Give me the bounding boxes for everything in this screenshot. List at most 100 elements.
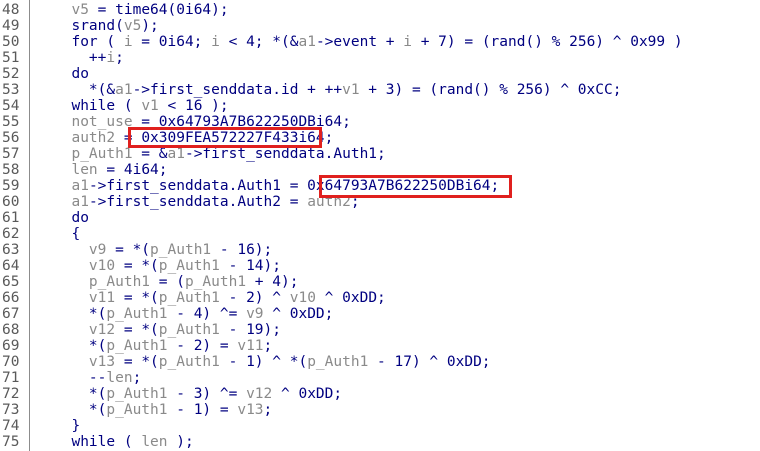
- code-line[interactable]: 74 }: [0, 418, 760, 434]
- code-token: ;: [115, 50, 124, 66]
- code-line[interactable]: 55 not_use = 0x64793A7B622250DBi64;: [0, 114, 760, 130]
- code-token: - 1) ^ *(: [219, 354, 308, 370]
- code-token: while (: [54, 98, 142, 114]
- line-number: 48: [2, 2, 20, 18]
- code-text: v12 = *(p_Auth1 - 19);: [54, 322, 281, 338]
- code-token: = (: [150, 274, 185, 290]
- variable-token: p_Auth1: [158, 290, 220, 306]
- variable-token: i: [123, 34, 133, 50]
- code-token: ;: [263, 338, 273, 354]
- code-line[interactable]: 60 a1->first_senddata.Auth2 = auth2;: [0, 194, 760, 210]
- code-line[interactable]: 61 do: [0, 210, 760, 226]
- variable-token: i: [403, 34, 412, 50]
- line-number: 53: [2, 82, 20, 98]
- variable-token: p_Auth1: [106, 338, 168, 354]
- code-line[interactable]: 56 auth2 = 0x309FEA572227F433i64;: [0, 130, 760, 146]
- code-token: do: [54, 66, 89, 82]
- code-line[interactable]: 66 v11 = *(p_Auth1 - 2) ^ v10 ^ 0xDD;: [0, 290, 760, 306]
- code-token: ->first_senddata.id + ++: [132, 82, 343, 98]
- code-line[interactable]: 63 v9 = *(p_Auth1 - 16);: [0, 242, 760, 258]
- code-line[interactable]: 71 --len;: [0, 370, 760, 386]
- code-line[interactable]: 69 *(p_Auth1 - 2) = v11;: [0, 338, 760, 354]
- code-token: ->first_senddata.Auth2 =: [88, 194, 308, 210]
- line-number: 57: [2, 146, 20, 162]
- code-text: do: [54, 210, 88, 226]
- code-text: len = 4i64;: [54, 162, 168, 178]
- line-number: 51: [2, 50, 20, 66]
- code-line[interactable]: 49 srand(v5);: [0, 18, 760, 34]
- code-text: *(p_Auth1 - 4) ^= v9 ^ 0xDD;: [54, 306, 333, 322]
- code-line[interactable]: 53 *(&a1->first_senddata.id + ++v1 + 3) …: [0, 82, 760, 98]
- code-token: + 4);: [246, 274, 299, 290]
- code-text: v5 = time64(0i64);: [54, 2, 228, 18]
- variable-token: v13: [237, 402, 264, 418]
- code-line[interactable]: 48 v5 = time64(0i64);: [0, 2, 760, 18]
- variable-token: p_Auth1: [184, 274, 247, 290]
- code-token: }: [54, 418, 81, 434]
- code-line[interactable]: 67 *(p_Auth1 - 4) ^= v9 ^ 0xDD;: [0, 306, 760, 322]
- code-line[interactable]: 52 do: [0, 66, 760, 82]
- code-token: = *(: [115, 258, 159, 274]
- code-line[interactable]: 75 while ( len );: [0, 434, 760, 450]
- code-text: do: [54, 66, 89, 82]
- variable-token: p_Auth1: [158, 354, 220, 370]
- variable-token: v1: [141, 98, 159, 114]
- variable-token: v13: [88, 354, 116, 370]
- code-token: = 4i64;: [97, 162, 168, 178]
- code-token: ++: [54, 50, 107, 66]
- variable-token: v1: [342, 82, 360, 98]
- variable-token: len: [141, 434, 168, 450]
- code-token: *(: [54, 386, 107, 402]
- code-token: - 3) ^=: [167, 386, 247, 402]
- code-line[interactable]: 51 ++i;: [0, 50, 760, 66]
- code-line[interactable]: 72 *(p_Auth1 - 3) ^= v12 ^ 0xDD;: [0, 386, 760, 402]
- code-token: - 14);: [219, 258, 281, 274]
- code-line[interactable]: 59 a1->first_senddata.Auth1 = 0x64793A7B…: [0, 178, 760, 194]
- variable-token: p_Auth1: [158, 258, 220, 274]
- line-number: 74: [2, 418, 20, 434]
- line-number: 75: [2, 434, 20, 450]
- code-text: auth2 = 0x309FEA572227F433i64;: [54, 130, 333, 146]
- variable-token: a1: [115, 82, 133, 98]
- line-number: 67: [2, 306, 20, 322]
- variable-token: a1: [71, 178, 89, 194]
- code-text: {: [54, 226, 80, 242]
- code-text: while ( len );: [54, 434, 193, 450]
- code-line[interactable]: 62 {: [0, 226, 760, 242]
- variable-token: v10: [289, 290, 316, 306]
- code-token: ^ 0xDD;: [272, 386, 343, 402]
- code-line[interactable]: 50 for ( i = 0i64; i < 4; *(&a1->event +…: [0, 34, 760, 50]
- code-line[interactable]: 57 p_Auth1 = &a1->first_senddata.Auth1;: [0, 146, 760, 162]
- code-token: ->event +: [315, 34, 404, 50]
- code-text: a1->first_senddata.Auth2 = auth2;: [54, 194, 359, 210]
- code-line[interactable]: 68 v12 = *(p_Auth1 - 19);: [0, 322, 760, 338]
- line-number: 62: [2, 226, 20, 242]
- line-number: 71: [2, 370, 20, 386]
- variable-token: p_Auth1: [106, 402, 168, 418]
- code-line[interactable]: 65 p_Auth1 = (p_Auth1 + 4);: [0, 274, 760, 290]
- code-text: *(&a1->first_senddata.id + ++v1 + 3) = (…: [54, 82, 622, 98]
- code-editor[interactable]: 48 v5 = time64(0i64); 49 srand(v5); 50 for…: [0, 0, 760, 451]
- code-line[interactable]: 64 v10 = *(p_Auth1 - 14);: [0, 258, 760, 274]
- code-line[interactable]: 70 v13 = *(p_Auth1 - 1) ^ *(p_Auth1 - 17…: [0, 354, 760, 370]
- variable-token: p_Auth1: [158, 322, 220, 338]
- code-line[interactable]: 73 *(p_Auth1 - 1) = v13;: [0, 402, 760, 418]
- code-text: while ( v1 < 16 );: [54, 98, 228, 114]
- variable-token: p_Auth1: [307, 354, 369, 370]
- variable-token: i: [106, 50, 116, 66]
- code-token: = 0x309FEA572227F433i64;: [115, 130, 334, 146]
- code-line[interactable]: 58 len = 4i64;: [0, 162, 760, 178]
- code-text: v11 = *(p_Auth1 - 2) ^ v10 ^ 0xDD;: [54, 290, 386, 306]
- code-line[interactable]: 54 while ( v1 < 16 );: [0, 98, 760, 114]
- code-token: ->first_senddata.Auth1 = 0x64793A7B62225…: [88, 178, 500, 194]
- code-token: - 17) ^ 0xDD;: [368, 354, 491, 370]
- variable-token: a1: [167, 146, 185, 162]
